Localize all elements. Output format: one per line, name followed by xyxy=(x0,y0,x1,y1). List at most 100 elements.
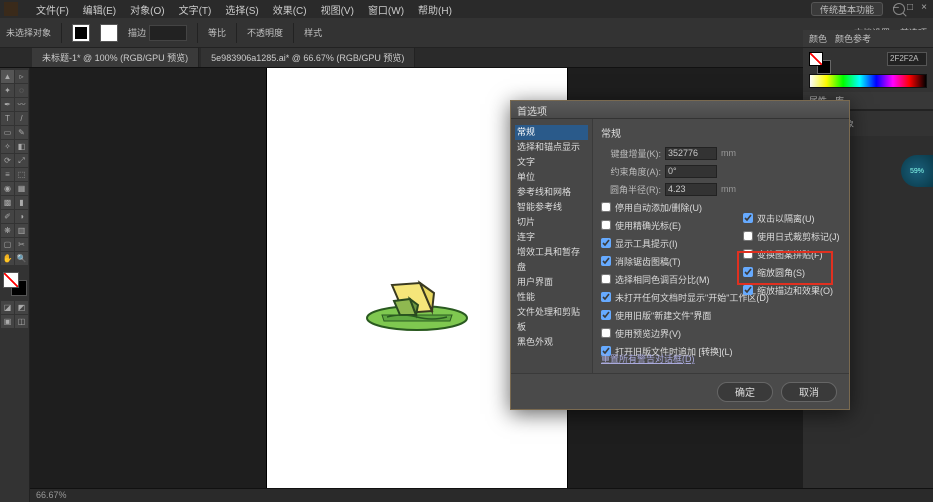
chk-disable-auto-add[interactable] xyxy=(601,202,611,212)
pen-tool-icon[interactable]: ✒ xyxy=(1,98,14,111)
pref-cat-file-handling[interactable]: 文件处理和剪贴板 xyxy=(515,305,588,335)
eyedropper-tool-icon[interactable]: ✐ xyxy=(1,210,14,223)
minimize-icon[interactable]: – xyxy=(891,2,901,12)
type-tool-icon[interactable]: T xyxy=(1,112,14,125)
pref-cat-units[interactable]: 单位 xyxy=(515,170,588,185)
maximize-icon[interactable]: □ xyxy=(905,2,915,12)
pref-cat-performance[interactable]: 性能 xyxy=(515,290,588,305)
chk-label: 缩放圆角(S) xyxy=(757,266,805,279)
pref-cat-selection[interactable]: 选择和锚点显示 xyxy=(515,140,588,155)
hex-input[interactable]: 2F2F2A xyxy=(887,52,927,66)
graph-tool-icon[interactable]: ▥ xyxy=(15,224,28,237)
panel-tab-color-guide[interactable]: 颜色参考 xyxy=(835,32,871,45)
menu-window[interactable]: 窗口(W) xyxy=(368,2,404,17)
chk-label: 停用自动添加/删除(U) xyxy=(615,201,702,214)
chk-start-workspace[interactable] xyxy=(601,292,611,302)
chk-label: 缩放描边和效果(O) xyxy=(757,284,833,297)
pref-cat-slices[interactable]: 切片 xyxy=(515,215,588,230)
chk-label: 显示工具提示(I) xyxy=(615,237,678,250)
rotate-tool-icon[interactable]: ⟳ xyxy=(1,154,14,167)
cancel-button[interactable]: 取消 xyxy=(781,382,837,402)
document-tab[interactable]: 未标题-1* @ 100% (RGB/GPU 预览) xyxy=(32,48,199,67)
pref-cat-guides[interactable]: 参考线和网格 xyxy=(515,185,588,200)
chk-antialias[interactable] xyxy=(601,256,611,266)
zoom-level[interactable]: 66.67% xyxy=(36,490,67,500)
pref-cat-hyphenation[interactable]: 连字 xyxy=(515,230,588,245)
paintbrush-tool-icon[interactable]: ✎ xyxy=(15,126,28,139)
close-icon[interactable]: × xyxy=(919,2,929,12)
pref-cat-general[interactable]: 常规 xyxy=(515,125,588,140)
fill-swatch-icon[interactable] xyxy=(72,24,90,42)
color-spectrum[interactable] xyxy=(809,74,927,88)
chk-preview-bounds[interactable] xyxy=(601,328,611,338)
screen-mode-icon[interactable]: ▣ xyxy=(1,315,14,328)
workspace-switcher[interactable]: 传统基本功能 xyxy=(811,2,883,16)
direct-selection-tool-icon[interactable]: ▹ xyxy=(15,70,28,83)
pref-cat-smart-guides[interactable]: 智能参考线 xyxy=(515,200,588,215)
corner-radius-input[interactable] xyxy=(665,183,717,196)
mesh-tool-icon[interactable]: ▩ xyxy=(1,196,14,209)
stroke-swatch-icon[interactable] xyxy=(100,24,118,42)
scale-tool-icon[interactable]: ⤢ xyxy=(15,154,28,167)
pref-cat-black[interactable]: 黑色外观 xyxy=(515,335,588,350)
chk-scale-strokes[interactable] xyxy=(743,285,753,295)
pref-cat-ui[interactable]: 用户界面 xyxy=(515,275,588,290)
color-swatch-pair[interactable] xyxy=(809,52,831,74)
ok-button[interactable]: 确定 xyxy=(717,382,773,402)
perspective-tool-icon[interactable]: ▦ xyxy=(15,182,28,195)
chk-precise-cursor[interactable] xyxy=(601,220,611,230)
constrain-angle-input[interactable] xyxy=(665,165,717,178)
menu-effect[interactable]: 效果(C) xyxy=(273,2,307,17)
chk-transform-pattern[interactable] xyxy=(743,249,753,259)
chk-legacy-new[interactable] xyxy=(601,310,611,320)
document-tab[interactable]: 5e983906a1285.ai* @ 66.67% (RGB/GPU 预览) xyxy=(201,48,415,67)
menu-select[interactable]: 选择(S) xyxy=(225,2,258,17)
chk-scale-corners[interactable] xyxy=(743,267,753,277)
symbol-sprayer-tool-icon[interactable]: ❋ xyxy=(1,224,14,237)
color-mode-icon[interactable]: ◪ xyxy=(1,301,14,314)
pref-right-checks: 双击以隔离(U) 使用日式裁剪标记(J) 变换图案拼贴(F) 缩放圆角(S) 缩… xyxy=(743,211,840,301)
chk-show-tooltips[interactable] xyxy=(601,238,611,248)
lasso-tool-icon[interactable]: ◌ xyxy=(15,84,28,97)
chk-label: 使用日式裁剪标记(J) xyxy=(757,230,840,243)
menu-edit[interactable]: 编辑(E) xyxy=(83,2,116,17)
pref-cat-type[interactable]: 文字 xyxy=(515,155,588,170)
menu-help[interactable]: 帮助(H) xyxy=(418,2,452,17)
curvature-tool-icon[interactable]: 〰 xyxy=(15,98,28,111)
selection-tool-icon[interactable]: ▲ xyxy=(1,70,14,83)
constrain-angle-label: 约束角度(A): xyxy=(601,165,661,178)
fill-stroke-swatch[interactable] xyxy=(3,272,27,296)
line-tool-icon[interactable]: / xyxy=(15,112,28,125)
cpu-badge: 59% xyxy=(901,155,933,187)
eraser-tool-icon[interactable]: ◧ xyxy=(15,140,28,153)
gradient-mode-icon[interactable]: ◩ xyxy=(15,301,28,314)
chk-japanese-crop[interactable] xyxy=(743,231,753,241)
menu-object[interactable]: 对象(O) xyxy=(130,2,164,17)
dialog-title: 首选项 xyxy=(511,101,849,119)
draw-mode-icon[interactable]: ◫ xyxy=(15,315,28,328)
width-tool-icon[interactable]: ≡ xyxy=(1,168,14,181)
menu-view[interactable]: 视图(V) xyxy=(321,2,354,17)
reset-warnings-link[interactable]: 重置所有警告对话框(D) xyxy=(601,352,695,365)
menu-file[interactable]: 文件(F) xyxy=(36,2,69,17)
gradient-tool-icon[interactable]: ▮ xyxy=(15,196,28,209)
slice-tool-icon[interactable]: ✂ xyxy=(15,238,28,251)
pref-cat-plugins[interactable]: 增效工具和暂存盘 xyxy=(515,245,588,275)
artboard-tool-icon[interactable]: ▢ xyxy=(1,238,14,251)
chk-dblclick-isolate[interactable] xyxy=(743,213,753,223)
shape-builder-tool-icon[interactable]: ◉ xyxy=(1,182,14,195)
pane-heading: 常规 xyxy=(601,125,841,140)
free-transform-tool-icon[interactable]: ⬚ xyxy=(15,168,28,181)
shaper-tool-icon[interactable]: ✧ xyxy=(1,140,14,153)
panel-tab-color[interactable]: 颜色 xyxy=(809,32,827,45)
rectangle-tool-icon[interactable]: ▭ xyxy=(1,126,14,139)
kb-increment-input[interactable] xyxy=(665,147,717,160)
hand-tool-icon[interactable]: ✋ xyxy=(1,252,14,265)
chk-label: 使用旧版"新建文件"界面 xyxy=(615,309,711,322)
menu-type[interactable]: 文字(T) xyxy=(179,2,212,17)
magic-wand-tool-icon[interactable]: ✦ xyxy=(1,84,14,97)
chk-same-tint[interactable] xyxy=(601,274,611,284)
blend-tool-icon[interactable]: ◑ xyxy=(15,210,28,223)
zoom-tool-icon[interactable]: 🔍 xyxy=(15,252,28,265)
stroke-weight-input[interactable] xyxy=(149,25,187,41)
